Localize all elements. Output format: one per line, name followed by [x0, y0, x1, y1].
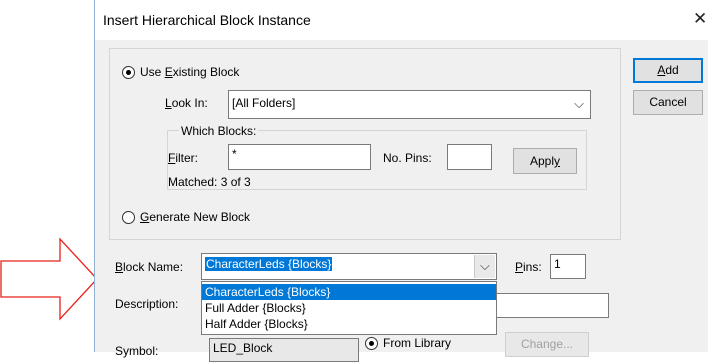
- look-in-value: [All Folders]: [232, 96, 296, 110]
- generate-new-block-label: Generate New Block: [140, 210, 251, 224]
- block-name-combo[interactable]: CharacterLeds {Blocks} ⌵: [201, 253, 497, 280]
- change-button: Change...: [505, 332, 589, 357]
- title-bar: Insert Hierarchical Block Instance ✕: [95, 0, 708, 40]
- dropdown-button[interactable]: ⌵: [474, 255, 495, 278]
- filter-value: *: [232, 147, 237, 161]
- no-pins-label: No. Pins:: [383, 151, 432, 165]
- symbol-value: LED_Block: [213, 341, 273, 355]
- pins-value: 1: [554, 257, 561, 271]
- pins-input[interactable]: 1: [550, 254, 586, 279]
- filter-label: Filter:: [168, 151, 199, 165]
- add-button[interactable]: Add: [633, 58, 703, 83]
- block-name-dropdown-list: CharacterLeds {Blocks} Full Adder {Block…: [201, 281, 497, 335]
- cancel-button[interactable]: Cancel: [633, 90, 703, 115]
- radio-checked-icon: [122, 66, 135, 79]
- close-icon[interactable]: ✕: [693, 9, 707, 29]
- right-arrow-icon: [0, 237, 98, 321]
- radio-unchecked-icon: [122, 211, 135, 224]
- radio-checked-icon: [365, 337, 378, 350]
- pins-label: Pins:: [515, 260, 542, 274]
- which-blocks-label: Which Blocks:: [179, 124, 259, 138]
- symbol-label: Symbol:: [115, 344, 159, 358]
- dropdown-option[interactable]: Full Adder {Blocks}: [202, 300, 496, 316]
- chevron-down-icon: ⌵: [574, 96, 584, 111]
- look-in-select[interactable]: [All Folders] ⌵: [228, 90, 591, 119]
- block-name-value: CharacterLeds {Blocks}: [205, 257, 333, 271]
- no-pins-input[interactable]: [447, 144, 492, 170]
- symbol-input[interactable]: LED_Block: [209, 338, 359, 362]
- use-existing-block-label: Use Existing Block: [140, 65, 240, 79]
- insert-hierarchical-block-dialog: Insert Hierarchical Block Instance ✕ Use…: [94, 0, 708, 362]
- block-name-label: Block Name:: [115, 260, 184, 274]
- from-library-label: From Library: [383, 336, 452, 350]
- apply-button[interactable]: Apply: [513, 148, 577, 174]
- dropdown-option[interactable]: Half Adder {Blocks}: [202, 316, 496, 332]
- matched-count: Matched: 3 of 3: [168, 175, 251, 189]
- filter-input[interactable]: *: [228, 144, 371, 170]
- chevron-down-icon: ⌵: [480, 258, 490, 273]
- dialog-title: Insert Hierarchical Block Instance: [103, 12, 311, 28]
- description-input[interactable]: [493, 293, 609, 318]
- look-in-label: Look In:: [165, 96, 208, 110]
- description-label: Description:: [115, 297, 179, 311]
- dropdown-option[interactable]: CharacterLeds {Blocks}: [202, 284, 496, 300]
